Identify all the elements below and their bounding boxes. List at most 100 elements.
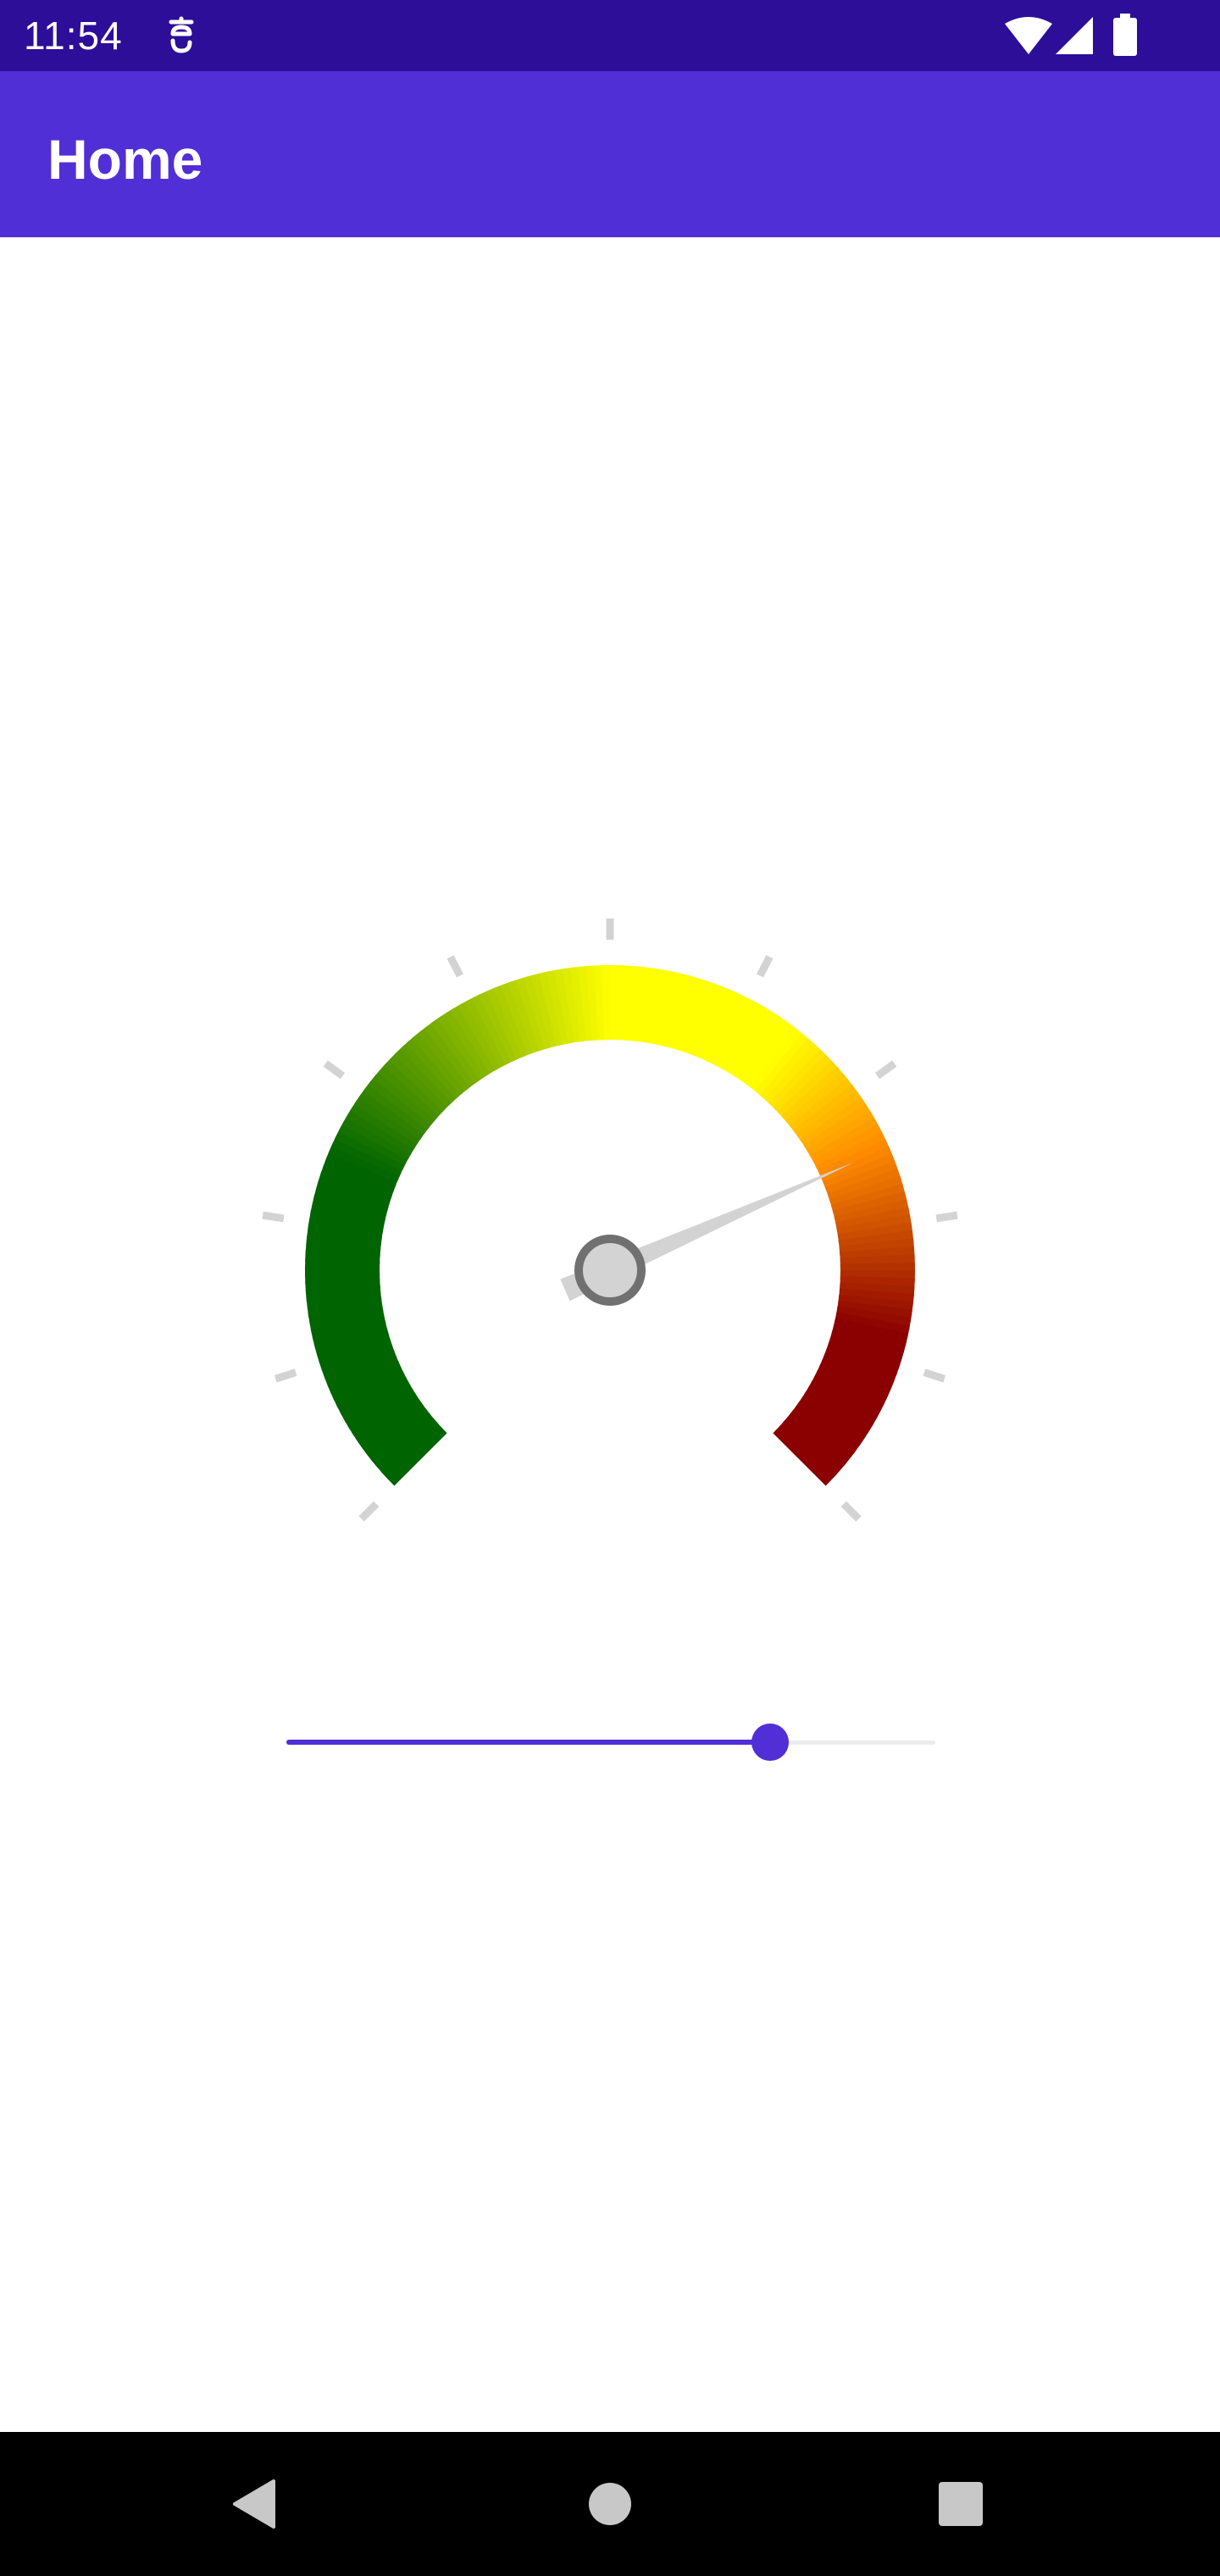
back-icon [233,2479,275,2529]
gauge-arc-segment [610,1270,915,1335]
gauge-arc-segment [305,1270,610,1354]
gauge-arc-segment [610,972,746,1270]
slider-thumb[interactable] [751,1724,789,1761]
gauge-arc-segment [610,1014,817,1270]
gauge-tick [446,955,463,978]
gauge-arc-segment [610,1236,915,1270]
gauge-arc-segment [349,1069,610,1270]
gauge-arc-segment [479,970,610,1270]
gauge-arc-segment [610,1067,869,1270]
gauge-arc-segment [471,974,610,1270]
gauge-arc-segment [610,1270,914,1391]
gauge-arc-segment [305,1158,610,1270]
gauge-arc-segment [610,1270,905,1413]
gauge-arc-segment [610,965,699,1270]
gauge-arc-segment [610,1195,915,1270]
gauge-arc-segment [610,1170,915,1270]
gauge-arc-segment [401,1016,610,1270]
gauge-arc-segment [420,1002,610,1270]
gauge-slider[interactable] [286,1712,935,1773]
recents-button[interactable] [889,2432,1033,2576]
gauge-arc-segment [610,969,738,1270]
gauge-arc-segment [463,977,610,1270]
gauge-arc-segment [610,1030,835,1270]
gauge-tick [840,1501,862,1522]
gauge-arc-segment [328,1270,610,1439]
gauge-arc-segment [449,985,610,1270]
gauge-arc-segment [610,1245,915,1270]
gauge-arc-segment [407,1011,610,1270]
gauge-arc-segment [610,1270,915,1326]
gauge-arc-segment [305,1270,610,1346]
gauge-arc-segment [305,1270,610,1362]
gauge-arc-segment [559,965,610,1270]
gauge-arc-segment [610,1042,847,1270]
gauge-arc-segment [568,965,610,1270]
gauge-arc-segment [305,1270,610,1313]
gauge-arc-segment [518,965,610,1270]
gauge-arc-segment [305,1181,610,1270]
gauge-arc-segment [610,1000,797,1270]
gauge-arc-segment [494,965,610,1270]
gauge-arc-segment [610,1095,888,1270]
gauge-arc-segment [610,1131,907,1270]
gauge-arc-segment [610,1154,915,1270]
gauge-arc-segment [610,1004,804,1270]
gauge-arc-segment [610,1270,915,1367]
gauge-arc-segment [510,965,610,1270]
gauge-arc-segment [365,1051,610,1270]
gauge-arc-segment [305,1240,610,1270]
gauge-tick [323,1060,346,1080]
home-icon [589,2483,631,2525]
gauge-arc-segment [305,1248,610,1270]
gauge-arc-segment [305,1270,610,1386]
gauge-arc-segment [610,965,666,1270]
gauge-arc-segment [610,1270,915,1359]
gauge-arc-segment [305,1206,610,1270]
gauge-arc-segment [305,1270,610,1287]
gauge-tick [274,1368,297,1383]
gauge-arc-segment [610,1080,879,1270]
gauge-arc-segment [330,1097,610,1270]
navigation-bar [0,2432,1220,2576]
speed-gauge [0,0,1220,2576]
gauge-tick [874,1060,897,1080]
gauge-arc-segment [610,1270,915,1375]
gauge-arc-segment [610,965,715,1270]
home-button[interactable] [538,2432,682,2576]
gauge-arc-segment [441,988,610,1270]
gauge-tick [358,1501,380,1522]
gauge-graphic [262,919,958,1522]
gauge-arc-segment [610,975,753,1270]
gauge-arc-segment [382,1033,610,1270]
gauge-arc-segment [310,1270,610,1402]
gauge-hub [574,1235,646,1306]
gauge-arc-segment [312,1135,610,1270]
gauge-arc-segment [542,965,610,1270]
gauge-arc-segment [324,1270,610,1431]
gauge-arc-segment [308,1270,610,1394]
gauge-arc-segment [305,1165,610,1270]
gauge-arc-segment [610,1270,911,1398]
gauge-arc-segment [602,965,615,1270]
gauge-arc-segment [610,1270,915,1284]
gauge-arc-segment [610,1270,880,1457]
gauge-arc-segment [305,1214,610,1270]
gauge-arc-segment [305,1174,610,1270]
gauge-arc-segment [610,1262,915,1275]
gauge-arc-segment [610,1270,855,1486]
gauge-arc-segment [610,1019,824,1270]
gauge-arc-segment [610,1202,915,1270]
gauge-arc-segment [354,1063,610,1270]
recents-icon [939,2482,983,2526]
gauge-arc-segment [610,965,690,1270]
gauge-arc-segment [305,1270,610,1296]
gauge-arc-segment [305,1198,610,1270]
gauge-arc-segment [610,983,768,1270]
gauge-arc-segment [376,1039,610,1270]
gauge-arc-segment [610,991,783,1270]
gauge-arc-segment [486,968,610,1270]
back-button[interactable] [182,2432,326,2576]
gauge-arc-segment [327,1104,610,1270]
gauge-arc-segment [585,965,610,1270]
